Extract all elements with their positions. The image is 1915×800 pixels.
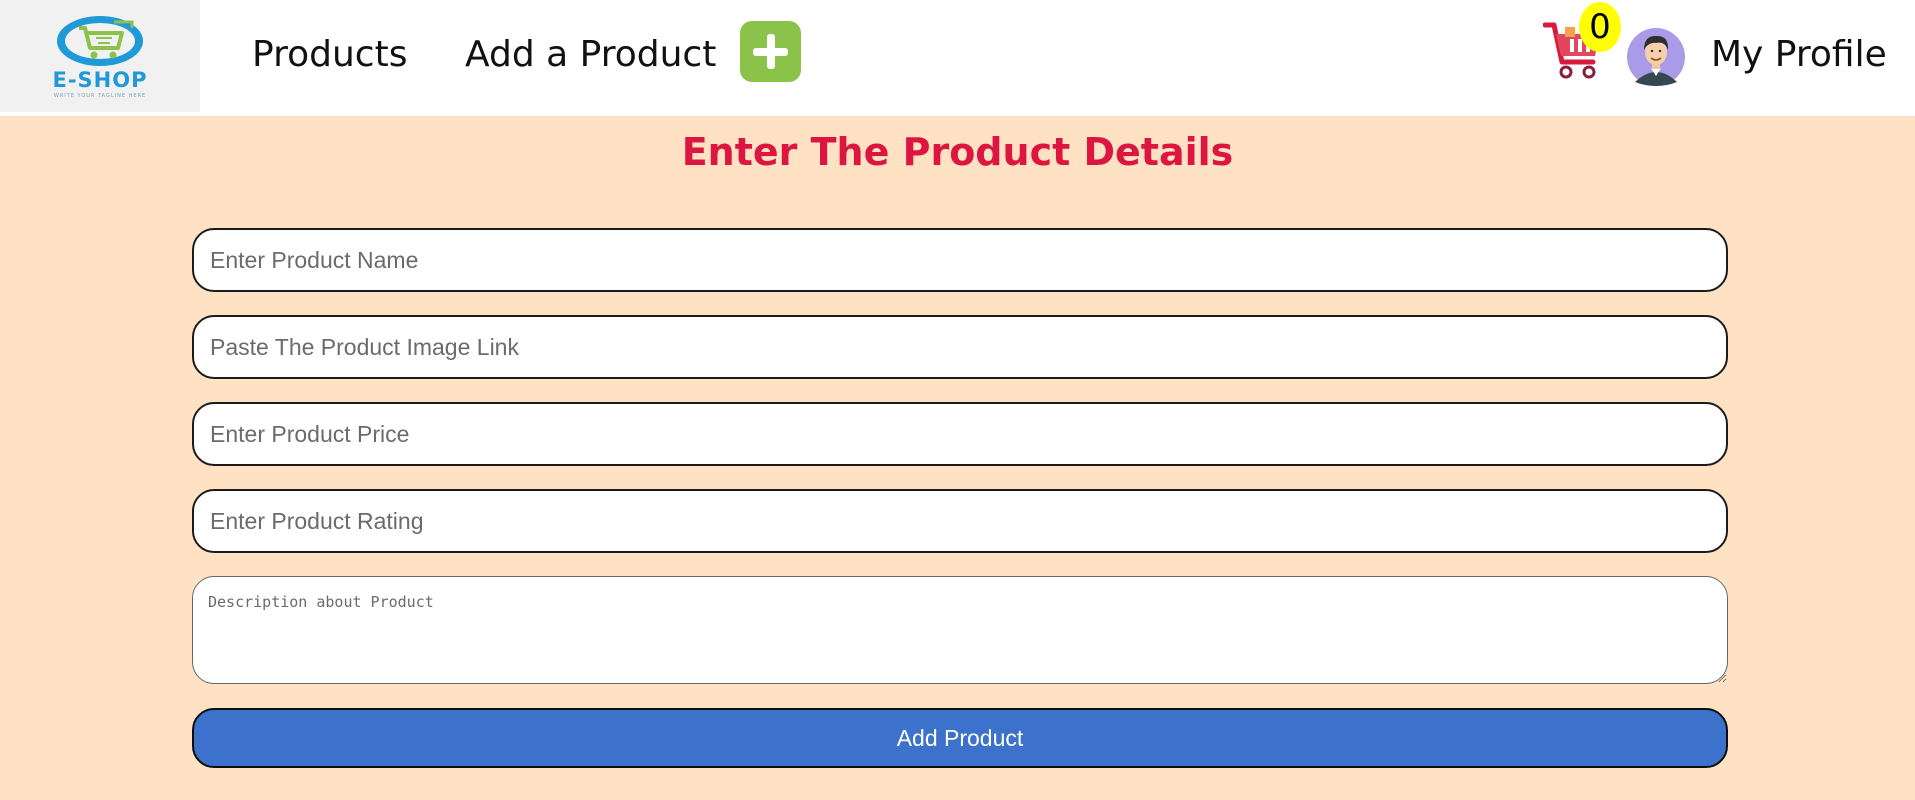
eshop-logo[interactable]: E-SHOP WRITE YOUR TAGLINE HERE [0,0,200,112]
navbar: E-SHOP WRITE YOUR TAGLINE HERE Products … [0,0,1915,114]
product-description-textarea[interactable] [192,576,1728,684]
product-image-link-input[interactable] [192,315,1728,379]
page-title: Enter The Product Details [681,130,1234,174]
user-avatar-icon[interactable] [1627,28,1685,86]
add-product-button[interactable]: Add Product [192,708,1728,768]
product-price-input[interactable] [192,402,1728,466]
add-product-form-section: Enter The Product Details Add Product [0,116,1915,800]
brand-tagline: WRITE YOUR TAGLINE HERE [53,92,147,99]
brand-name: E-SHOP [52,67,148,92]
cart-logo-icon [57,15,143,66]
product-name-input[interactable] [192,228,1728,292]
nav-add-product-link[interactable]: Add a Product [465,34,716,75]
nav-products-link[interactable]: Products [252,34,407,75]
product-rating-input[interactable] [192,489,1728,553]
plus-icon[interactable] [740,21,801,82]
nav-my-profile-link[interactable]: My Profile [1711,34,1887,75]
cart-count-badge: 0 [1579,2,1621,52]
